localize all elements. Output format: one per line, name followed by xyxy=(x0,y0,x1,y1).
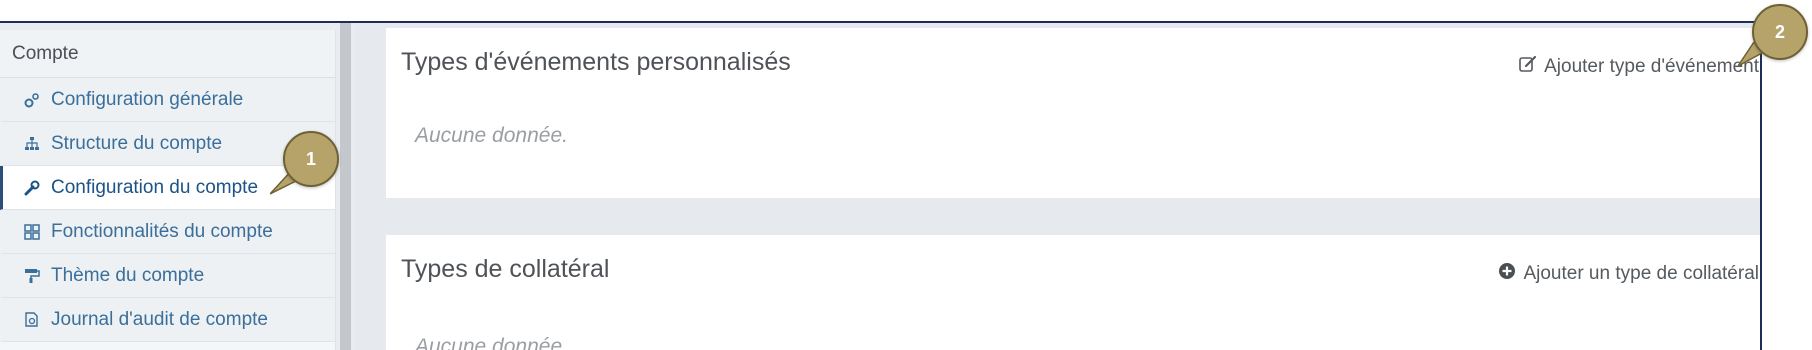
app-frame: Compte Configuration générale Structure … xyxy=(0,21,1762,350)
custom-event-types-panel: Types d'événements personnalisés Ajouter… xyxy=(386,28,1760,198)
sidebar-item-label: Structure du compte xyxy=(51,132,223,154)
annotation-marker-1: 1 xyxy=(283,131,339,187)
audit-log-icon xyxy=(21,311,43,328)
sidebar-item-label: Fonctionnalités du compte xyxy=(51,220,273,242)
empty-state-text: Aucune donnée. xyxy=(415,335,568,350)
panel-title: Types de collatéral xyxy=(401,255,610,283)
features-icon xyxy=(21,223,43,240)
add-collateral-type-label: Ajouter un type de collatéral xyxy=(1523,263,1759,284)
add-event-type-label: Ajouter type d'événement xyxy=(1544,56,1759,77)
sidebar-scrollbar[interactable] xyxy=(340,23,351,350)
panel-title: Types d'événements personnalisés xyxy=(401,48,791,76)
main-content: Types d'événements personnalisés Ajouter… xyxy=(354,23,1760,350)
sidebar-item-label: Configuration du compte xyxy=(51,176,259,198)
collateral-types-panel: Types de collatéral Ajouter un type de c… xyxy=(386,235,1760,350)
sidebar-item-label: Thème du compte xyxy=(51,264,205,286)
sidebar-item-account-theme[interactable]: Thème du compte xyxy=(0,254,335,298)
add-collateral-type-button[interactable]: Ajouter un type de collatéral xyxy=(1497,261,1759,287)
wrench-icon xyxy=(21,180,43,196)
add-event-type-button[interactable]: Ajouter type d'événement xyxy=(1518,54,1759,80)
sidebar-item-account-features[interactable]: Fonctionnalités du compte xyxy=(0,210,335,254)
annotation-marker-2: 2 xyxy=(1752,4,1808,60)
sidebar-item-audit-log[interactable]: Journal d'audit de compte xyxy=(0,298,335,342)
sidebar-item-general-config[interactable]: Configuration générale xyxy=(0,78,335,122)
paint-roller-icon xyxy=(21,268,43,284)
edit-icon xyxy=(1518,54,1544,80)
gears-icon xyxy=(21,92,43,108)
plus-circle-icon xyxy=(1497,261,1523,287)
sidebar-header: Compte xyxy=(0,30,335,78)
sidebar-item-label: Journal d'audit de compte xyxy=(51,308,268,330)
empty-state-text: Aucune donnée. xyxy=(415,124,568,147)
sidebar-item-label: Configuration générale xyxy=(51,88,244,110)
sitemap-icon xyxy=(21,136,43,152)
